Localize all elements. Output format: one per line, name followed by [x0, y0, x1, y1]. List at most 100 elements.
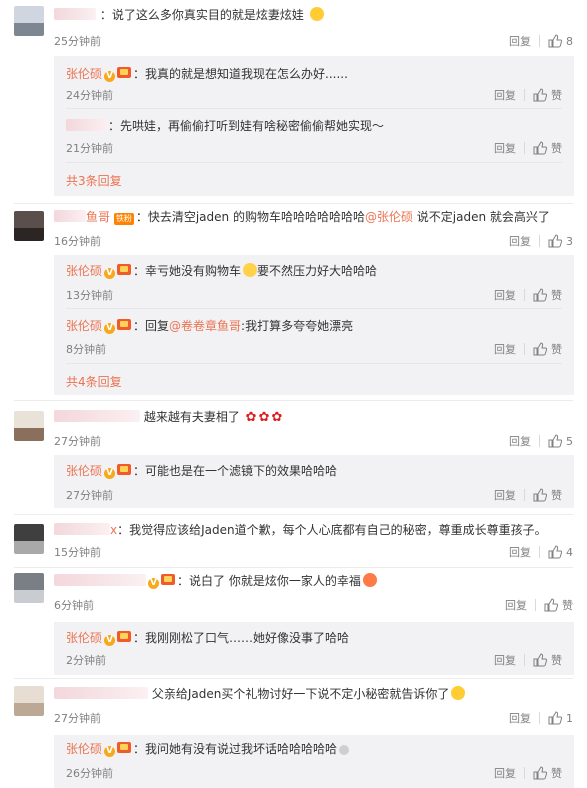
- like-label: 赞: [551, 654, 562, 667]
- blurred-username[interactable]: [54, 523, 110, 535]
- heart-emoji-icon: [362, 573, 377, 587]
- reply-button[interactable]: 回复: [509, 544, 531, 560]
- comment-text: ：快去清空jaden 的购物车哈哈哈哈哈哈哈: [135, 210, 365, 224]
- reply-text-tail: :我打算多夸夸她漂亮: [241, 319, 354, 333]
- like-count: 8: [566, 34, 573, 48]
- reply-author[interactable]: 张伦硕: [66, 631, 102, 645]
- like-label: 赞: [551, 89, 562, 102]
- blurred-username[interactable]: [54, 210, 86, 222]
- thumbs-up-icon[interactable]: [533, 88, 547, 102]
- rose-icon: ✿: [271, 410, 283, 425]
- avatar[interactable]: [14, 524, 44, 554]
- like-count: 3: [566, 234, 573, 248]
- thumbs-up-icon[interactable]: [548, 434, 562, 448]
- thumbs-up-icon[interactable]: [533, 766, 547, 780]
- divider: [66, 363, 562, 364]
- thumbs-up-icon[interactable]: [548, 34, 562, 48]
- blurred-username[interactable]: [66, 119, 108, 131]
- divider: [66, 162, 562, 163]
- reply-button[interactable]: 回复: [494, 765, 516, 781]
- reply-author[interactable]: 张伦硕: [66, 319, 102, 333]
- reply-button[interactable]: 回复: [494, 87, 516, 103]
- mention-link[interactable]: @卷卷章鱼哥: [169, 319, 241, 333]
- timestamp: 27分钟前: [54, 435, 101, 448]
- reply-author[interactable]: 张伦硕: [66, 464, 102, 478]
- avatar[interactable]: [14, 6, 44, 36]
- reply-button[interactable]: 回复: [494, 487, 516, 503]
- reply-button[interactable]: 回复: [509, 710, 531, 726]
- divider: [14, 400, 573, 401]
- v-badge-icon: V: [104, 323, 116, 334]
- username-suffix[interactable]: 鱼哥: [86, 210, 110, 224]
- reply-button[interactable]: 回复: [509, 233, 531, 249]
- blurred-username[interactable]: [54, 410, 140, 422]
- reply-author[interactable]: 张伦硕: [66, 742, 102, 756]
- avatar[interactable]: [14, 411, 44, 441]
- reply-text-tail: 要不然压力好大哈哈哈: [257, 264, 378, 278]
- reply-text: ：可能也是在一个滤镜下的效果哈哈哈: [133, 464, 338, 478]
- divider: [14, 514, 573, 515]
- thumbs-up-icon[interactable]: [533, 488, 547, 502]
- thumbs-up-icon[interactable]: [533, 141, 547, 155]
- avatar[interactable]: [14, 686, 44, 716]
- reply-button[interactable]: 回复: [509, 33, 531, 49]
- timestamp: 27分钟前: [66, 489, 113, 502]
- timestamp: 15分钟前: [54, 546, 101, 559]
- crown-icon: [117, 631, 132, 642]
- like-label: 赞: [562, 599, 573, 612]
- blurred-username[interactable]: [54, 8, 96, 20]
- reply-button[interactable]: 回复: [505, 597, 527, 613]
- thumbs-up-icon[interactable]: [548, 234, 562, 248]
- v-badge-icon: V: [104, 746, 116, 757]
- timestamp: 26分钟前: [66, 767, 113, 780]
- crown-icon: [117, 319, 132, 330]
- reply-button[interactable]: 回复: [509, 433, 531, 449]
- thumbs-up-icon[interactable]: [533, 653, 547, 667]
- thumbs-up-icon[interactable]: [548, 711, 562, 725]
- more-replies-link[interactable]: 共4条回复: [66, 373, 122, 390]
- timestamp: 16分钟前: [54, 235, 101, 248]
- reply-author[interactable]: 张伦硕: [66, 264, 102, 278]
- reply-author[interactable]: 张伦硕: [66, 67, 102, 81]
- rose-icon: ✿: [245, 410, 257, 425]
- timestamp: 21分钟前: [66, 142, 113, 155]
- v-badge-icon: V: [104, 268, 116, 279]
- thumbs-up-icon[interactable]: [544, 598, 558, 612]
- more-replies-link[interactable]: 共3条回复: [66, 172, 122, 189]
- thumbs-up-icon[interactable]: [548, 545, 562, 559]
- reply-button[interactable]: 回复: [494, 341, 516, 357]
- v-badge-icon: V: [148, 578, 159, 589]
- like-count: 4: [566, 545, 573, 559]
- blurred-username[interactable]: [54, 574, 146, 586]
- divider: [14, 678, 573, 679]
- timestamp: 2分钟前: [66, 654, 106, 667]
- crown-icon: [117, 67, 132, 78]
- reply-thread: 张伦硕 V ：我问她有没有说过我坏话哈哈哈哈哈 26分钟前 回复 赞: [54, 735, 574, 788]
- smiley-emoji-icon: [309, 7, 324, 21]
- v-badge-icon: V: [104, 635, 116, 646]
- blurred-username[interactable]: [54, 687, 148, 699]
- timestamp: 25分钟前: [54, 35, 101, 48]
- divider: [66, 308, 562, 309]
- reply-button[interactable]: 回复: [494, 140, 516, 156]
- thumbs-up-icon[interactable]: [533, 342, 547, 356]
- crown-icon: [117, 264, 132, 275]
- divider: [539, 35, 540, 47]
- reply-thread: 张伦硕 V ：我真的就是想知道我现在怎么办好...... 24分钟前 回复 赞 ：先…: [54, 56, 574, 196]
- reply-text: ：回复: [133, 319, 170, 333]
- thumbs-up-icon[interactable]: [533, 288, 547, 302]
- reply-button[interactable]: 回复: [494, 287, 516, 303]
- mention-link[interactable]: @张伦硕: [365, 210, 413, 224]
- rose-icon: ✿: [258, 410, 270, 425]
- like-label: 赞: [551, 767, 562, 780]
- like-count: 5: [566, 434, 573, 448]
- reply-thread: 张伦硕 V ：我刚刚松了口气……她好像没事了哈哈 2分钟前 回复 赞: [54, 622, 574, 675]
- avatar[interactable]: [14, 211, 44, 241]
- crown-icon: [117, 464, 132, 475]
- divider: [14, 567, 573, 568]
- crown-icon: [117, 742, 132, 753]
- reply-text: ：先哄娃，再偷偷打听到娃有啥秘密偷偷帮她实现～: [108, 119, 385, 133]
- comment-text-tail: 说不定jaden 就会高兴了: [412, 210, 550, 224]
- avatar[interactable]: [14, 573, 44, 603]
- reply-button[interactable]: 回复: [494, 652, 516, 668]
